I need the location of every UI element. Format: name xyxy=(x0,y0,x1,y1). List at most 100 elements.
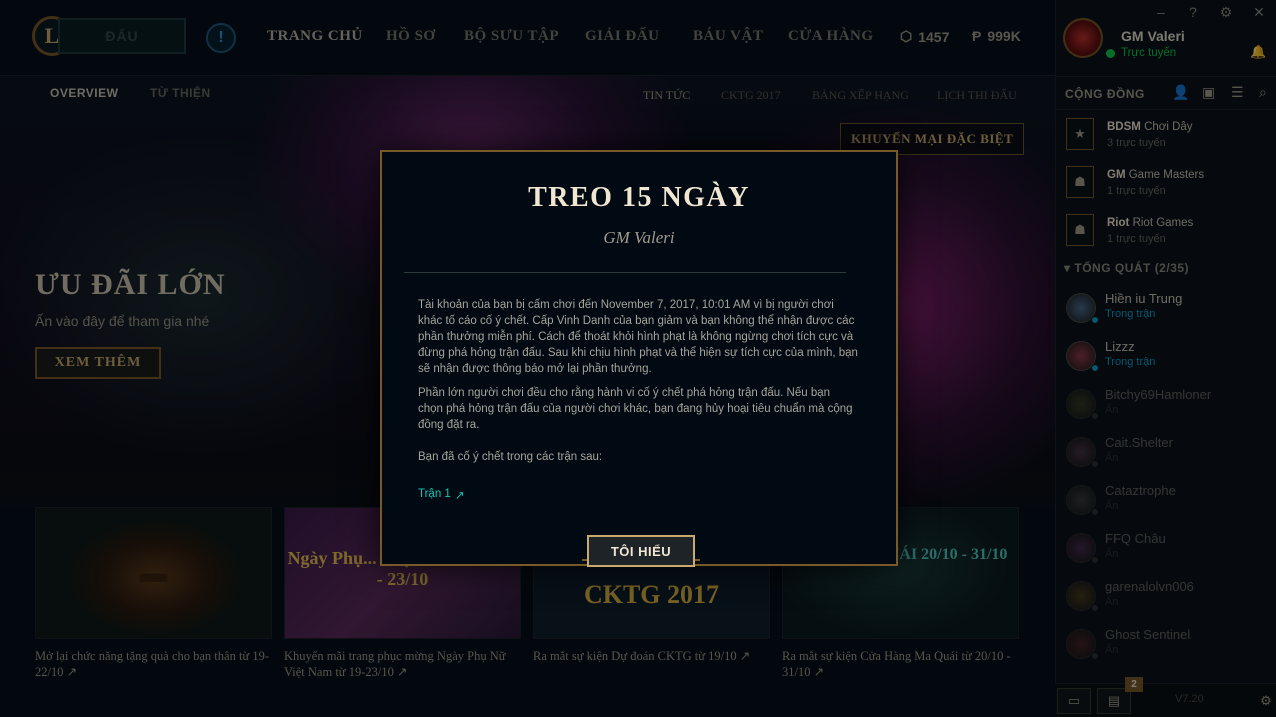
group-item[interactable]: ★ BDSM Chơi Dây 3 trực tuyến xyxy=(1066,118,1276,158)
nav-tournaments[interactable]: GIẢI ĐẤU xyxy=(585,28,659,45)
presence-dot-icon xyxy=(1091,604,1099,612)
ip-balance[interactable]: Ᵽ 999K xyxy=(972,28,1021,44)
group-tag: Riot xyxy=(1107,217,1130,229)
presence-dot-icon xyxy=(1091,556,1099,564)
rp-balance[interactable]: ⬡ 1457 xyxy=(900,28,949,45)
dialog-paragraph: Bạn đã cố ý chết trong các trận sau: xyxy=(418,451,603,463)
friend-status: Ẩn xyxy=(1105,644,1119,656)
settings-gear-icon[interactable]: ⚙ xyxy=(1217,4,1235,21)
news-caption[interactable]: Khuyến mãi trang phục mừng Ngày Phụ Nữ V… xyxy=(284,648,524,680)
friend-item[interactable]: FFQ Châu Ẩn xyxy=(1066,531,1276,575)
hero-see-more-button[interactable]: XEM THÊM xyxy=(35,347,161,379)
rp-value: 1457 xyxy=(918,28,950,45)
match-link[interactable]: Trận 1 ↗ xyxy=(418,488,464,502)
group-item[interactable]: ☗ GM Game Masters 1 trực tuyến xyxy=(1066,166,1276,206)
external-link-icon: ↗ xyxy=(454,490,465,502)
match-link-label: Trận 1 xyxy=(418,488,451,500)
friend-item[interactable]: Bitchy69Hamloner Ẩn xyxy=(1066,387,1276,431)
play-button[interactable]: ĐẤU xyxy=(58,18,186,54)
friend-status: Trong trận xyxy=(1105,308,1156,320)
friend-item[interactable]: Cataztrophe Ẩn xyxy=(1066,483,1276,527)
nav-collection[interactable]: BỘ SƯU TẬP xyxy=(464,28,559,45)
add-folder-icon[interactable]: ▣ xyxy=(1202,84,1215,101)
friend-item[interactable]: Lizzz Trong trận xyxy=(1066,339,1276,383)
list-view-icon[interactable]: ☰ xyxy=(1231,84,1244,101)
dialog-body: Tài khoản của bạn bị cấm chơi đến Novemb… xyxy=(418,297,858,473)
nav-profile[interactable]: HỒ SƠ xyxy=(386,28,436,45)
settings-icon[interactable]: ⚙ xyxy=(1249,688,1276,714)
friend-name: Cait.Shelter xyxy=(1105,435,1173,450)
subtab-worlds-2017[interactable]: CKTG 2017 xyxy=(721,88,781,103)
friend-status: Trong trận xyxy=(1105,356,1156,368)
group-tag: BDSM xyxy=(1107,121,1141,133)
chat-icon[interactable]: ▭ xyxy=(1057,688,1091,714)
group-title: Game Masters xyxy=(1128,169,1205,181)
help-icon[interactable]: ? xyxy=(1184,4,1202,20)
search-icon[interactable]: ⌕ xyxy=(1259,84,1267,101)
message-count-badge: 2 xyxy=(1125,677,1143,692)
alert-icon[interactable]: ! xyxy=(206,23,236,53)
news-caption[interactable]: Ra mắt sự kiện Cửa Hàng Ma Quái từ 20/10… xyxy=(782,648,1022,680)
acknowledge-button[interactable]: TÔI HIỂU xyxy=(587,535,695,567)
subtab-overview[interactable]: OVERVIEW xyxy=(50,86,118,100)
group-name: GM Game Masters xyxy=(1107,169,1204,181)
subtab-rankings[interactable]: BẢNG XẾP HẠNG xyxy=(812,88,909,103)
group-online-count: 3 trực tuyến xyxy=(1107,137,1166,149)
divider xyxy=(404,272,846,273)
summoner-status[interactable]: Trực tuyến xyxy=(1121,47,1176,59)
star-icon: ★ xyxy=(1066,118,1094,150)
news-tile-art-text: CKTG 2017 xyxy=(583,580,720,609)
nav-store[interactable]: CỬA HÀNG xyxy=(788,28,874,45)
sidebar-footer: ▭ ▤ ⚙ xyxy=(1055,683,1276,717)
friend-item[interactable]: Cait.Shelter Ẩn xyxy=(1066,435,1276,479)
rp-icon: ⬡ xyxy=(900,28,913,44)
group-name: Riot Riot Games xyxy=(1107,217,1193,229)
friend-name: Hiền iu Trung xyxy=(1105,291,1183,306)
friend-folder-general[interactable]: ▾ TỔNG QUÁT (2/35) xyxy=(1064,261,1189,275)
friend-status: Ẩn xyxy=(1105,452,1119,464)
friend-item[interactable]: Hiền iu Trung Trong trận xyxy=(1066,291,1276,335)
online-status-icon xyxy=(1106,49,1115,58)
presence-dot-icon xyxy=(1091,652,1099,660)
group-item[interactable]: ☗ Riot Riot Games 1 trực tuyến xyxy=(1066,214,1276,254)
news-caption[interactable]: Mở lại chức năng tặng quà cho bạn thân t… xyxy=(35,648,275,680)
news-caption[interactable]: Ra mắt sự kiện Dự đoán CKTG từ 19/10 ↗ xyxy=(533,648,773,664)
friend-item[interactable]: Ghost Sentinel Ẩn xyxy=(1066,627,1276,671)
subtab-charity[interactable]: TỪ THIỆN xyxy=(150,86,211,100)
community-header: CỘNG ĐỒNG 👤 ▣ ☰ ⌕ xyxy=(1055,76,1276,110)
presence-dot-icon xyxy=(1091,316,1099,324)
dialog-paragraph: Tài khoản của bạn bị cấm chơi đến Novemb… xyxy=(418,299,858,375)
subtab-schedule[interactable]: LỊCH THI ĐẤU xyxy=(937,88,1017,103)
client-window: L ĐẤU ! TRANG CHỦ HỒ SƠ BỘ SƯU TẬP GIẢI … xyxy=(0,0,1276,717)
profile-avatar[interactable] xyxy=(1063,18,1103,58)
group-online-count: 1 trực tuyến xyxy=(1107,185,1166,197)
sub-navigation: OVERVIEW TỪ THIỆN TIN TỨC CKTG 2017 BẢNG… xyxy=(0,76,1055,155)
add-friend-icon[interactable]: 👤 xyxy=(1172,84,1189,101)
friend-folder-label: TỔNG QUÁT (2/35) xyxy=(1074,261,1190,275)
summoner-name[interactable]: GM Valeri xyxy=(1121,28,1185,44)
group-title: Riot Games xyxy=(1132,217,1194,229)
friend-name: Ghost Sentinel xyxy=(1105,627,1191,642)
top-navigation-bar: L ĐẤU ! TRANG CHỦ HỒ SƠ BỘ SƯU TẬP GIẢI … xyxy=(0,0,1055,76)
group-people-icon: ☗ xyxy=(1066,166,1094,198)
friend-name: Cataztrophe xyxy=(1105,483,1176,498)
penalty-dialog: TREO 15 NGÀY GM Valeri Tài khoản của bạn… xyxy=(380,150,898,567)
group-name: BDSM Chơi Dây xyxy=(1107,121,1193,133)
nav-home[interactable]: TRANG CHỦ xyxy=(267,28,363,45)
nav-loot[interactable]: BÁU VẬT xyxy=(693,28,763,45)
news-tile-gift[interactable]: ▬ xyxy=(35,507,272,639)
close-icon[interactable]: ✕ xyxy=(1250,4,1268,21)
minimize-icon[interactable]: ‒ xyxy=(1152,4,1170,20)
dialog-title: TREO 15 NGÀY xyxy=(528,182,750,213)
ip-value: 999K xyxy=(987,28,1021,44)
friend-status: Ẩn xyxy=(1105,404,1119,416)
group-title: Chơi Dây xyxy=(1144,121,1193,133)
subtab-news[interactable]: TIN TỨC xyxy=(643,88,690,103)
friend-item[interactable]: garenalolvn006 Ẩn xyxy=(1066,579,1276,623)
presence-dot-icon xyxy=(1091,412,1099,420)
notification-bell-icon[interactable]: 🔔 xyxy=(1250,44,1266,60)
friend-status: Ẩn xyxy=(1105,596,1119,608)
dialog-subtitle: GM Valeri xyxy=(603,228,675,247)
friend-name: Lizzz xyxy=(1105,339,1135,354)
group-tag: GM xyxy=(1107,169,1126,181)
